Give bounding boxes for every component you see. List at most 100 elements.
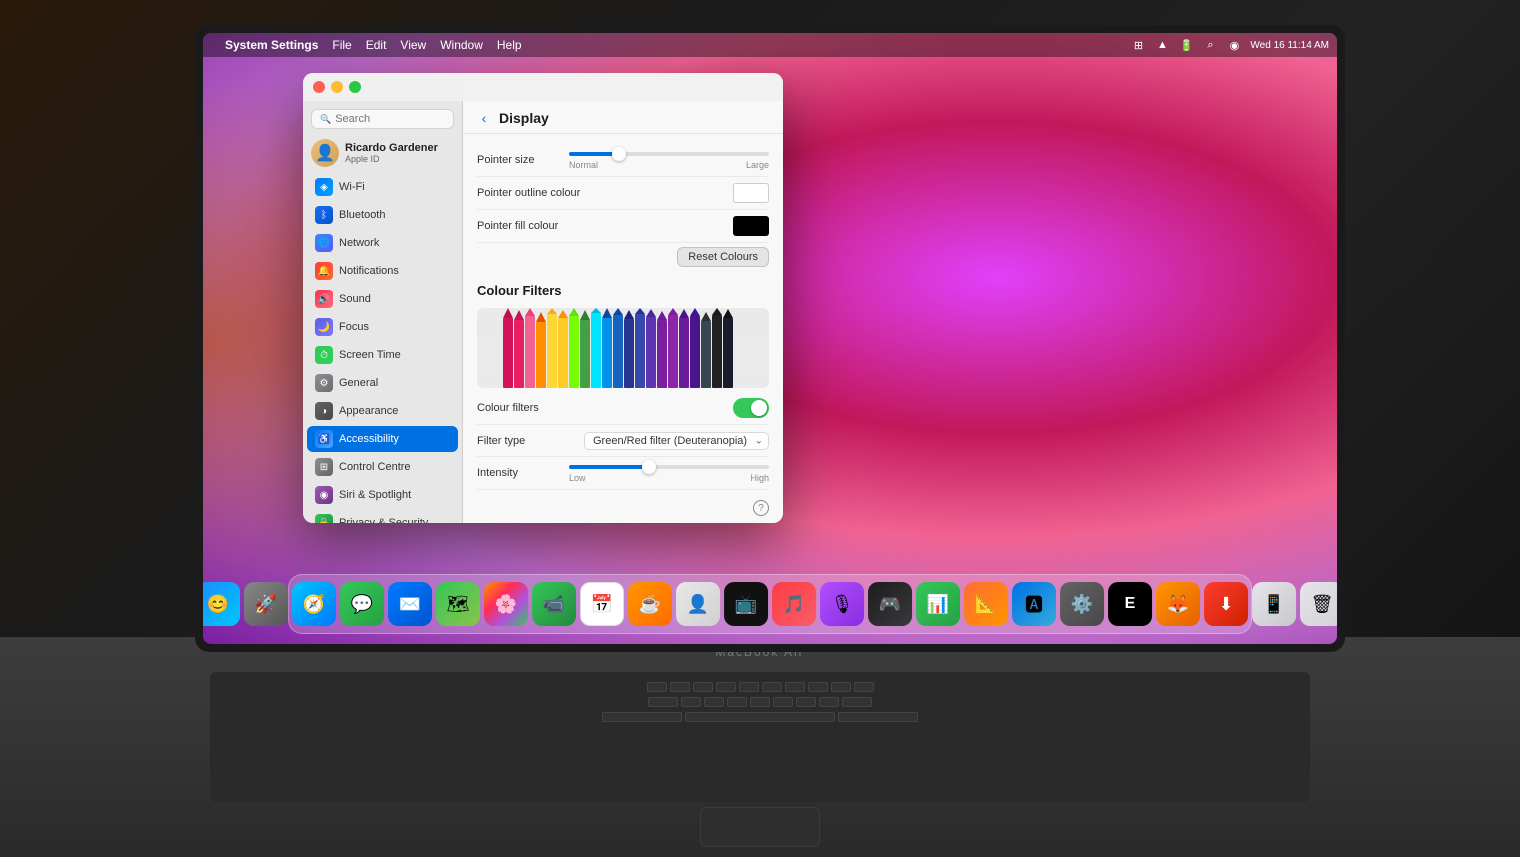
back-button[interactable]: ‹ bbox=[475, 109, 493, 127]
dock-icon-system-settings[interactable]: ⚙️ bbox=[1060, 582, 1104, 626]
intensity-row: Intensity Low High bbox=[477, 457, 769, 490]
control-centre-icon: ⊞ bbox=[315, 458, 333, 476]
sidebar-item-siri[interactable]: ◉ Siri & Spotlight bbox=[307, 482, 458, 508]
pointer-size-label: Pointer size bbox=[477, 154, 534, 166]
dock-icon-facetime[interactable]: 📹 bbox=[532, 582, 576, 626]
pointer-fill-row: Pointer fill colour bbox=[477, 210, 769, 243]
sidebar-item-focus[interactable]: 🌙 Focus bbox=[307, 314, 458, 340]
search-box[interactable]: 🔍 bbox=[311, 109, 454, 129]
clock: Wed 16 11:14 AM bbox=[1250, 40, 1329, 51]
sidebar-item-control-centre[interactable]: ⊞ Control Centre bbox=[307, 454, 458, 480]
sidebar-item-screen-time[interactable]: ⏱ Screen Time bbox=[307, 342, 458, 368]
dock-icon-appstore[interactable]: 🅰 bbox=[1012, 582, 1056, 626]
dock-icon-numbers[interactable]: 📊 bbox=[916, 582, 960, 626]
sidebar-item-sound[interactable]: 🔊 Sound bbox=[307, 286, 458, 312]
settings-sidebar: 🔍 👤 Ricardo Gardener Apple ID bbox=[303, 73, 463, 523]
minimize-button[interactable] bbox=[331, 81, 343, 93]
dock-icon-firefox[interactable]: 🦊 bbox=[1156, 582, 1200, 626]
dock-icon-appletv[interactable]: 📺 bbox=[724, 582, 768, 626]
search-icon: 🔍 bbox=[320, 114, 331, 125]
desktop-background: System Settings File Edit View Window He… bbox=[203, 33, 1337, 644]
siri-icon[interactable]: ◉ bbox=[1226, 37, 1242, 53]
menubar: System Settings File Edit View Window He… bbox=[203, 33, 1337, 57]
search-input[interactable] bbox=[335, 113, 445, 125]
intensity-slider-thumb[interactable] bbox=[642, 460, 656, 474]
sidebar-item-general[interactable]: ⚙ General bbox=[307, 370, 458, 396]
menu-edit[interactable]: Edit bbox=[366, 38, 387, 52]
notifications-icon: 🔔 bbox=[315, 262, 333, 280]
appearance-icon: ◑ bbox=[315, 402, 333, 420]
sidebar-label-wifi: Wi-Fi bbox=[339, 181, 365, 193]
colour-filters-toggle[interactable] bbox=[733, 398, 769, 418]
dock-icon-amphetamine[interactable]: ☕ bbox=[628, 582, 672, 626]
avatar: 👤 bbox=[311, 139, 339, 167]
pointer-size-row: Pointer size Normal Large bbox=[477, 144, 769, 177]
general-icon: ⚙ bbox=[315, 374, 333, 392]
intensity-slider-track[interactable] bbox=[569, 465, 769, 469]
help-button[interactable]: ? bbox=[753, 500, 769, 516]
help-row: ? bbox=[477, 490, 769, 520]
dock-icon-messages[interactable]: 💬 bbox=[340, 582, 384, 626]
menu-view[interactable]: View bbox=[400, 38, 426, 52]
user-profile-item[interactable]: 👤 Ricardo Gardener Apple ID bbox=[303, 133, 462, 173]
dock-icon-launchpad[interactable]: 🚀 bbox=[244, 582, 288, 626]
search-menubar-icon[interactable]: ⌕ bbox=[1202, 37, 1218, 53]
sidebar-label-privacy: Privacy & Security bbox=[339, 517, 428, 523]
page-title: Display bbox=[499, 110, 549, 126]
dock-icon-calendar[interactable]: 📅 bbox=[580, 582, 624, 626]
menu-help[interactable]: Help bbox=[497, 38, 522, 52]
sidebar-item-notifications[interactable]: 🔔 Notifications bbox=[307, 258, 458, 284]
pointer-size-max-label: Large bbox=[746, 160, 769, 170]
content-body: Pointer size Normal Large bbox=[463, 134, 783, 523]
sidebar-item-bluetooth[interactable]: ᛒ Bluetooth bbox=[307, 202, 458, 228]
intensity-labels: Low High bbox=[569, 473, 769, 483]
menu-window[interactable]: Window bbox=[440, 38, 483, 52]
dock-icon-photos[interactable]: 🌸 bbox=[484, 582, 528, 626]
dock-icon-music[interactable]: 🎵 bbox=[772, 582, 816, 626]
sidebar-item-accessibility[interactable]: ♿ Accessibility bbox=[307, 426, 458, 452]
content-header: ‹ Display bbox=[463, 101, 783, 134]
wifi-status-icon[interactable]: ▲ bbox=[1154, 37, 1170, 53]
dock-icon-epic-games[interactable]: E bbox=[1108, 582, 1152, 626]
sidebar-item-privacy[interactable]: 🔒 Privacy & Security bbox=[307, 510, 458, 523]
pointer-size-min-label: Normal bbox=[569, 160, 598, 170]
dock-icon-maps[interactable]: 🗺 bbox=[436, 582, 480, 626]
dock-icon-trash[interactable]: 🗑 bbox=[1300, 582, 1337, 626]
reset-colours-button[interactable]: Reset Colours bbox=[677, 247, 769, 267]
dock-icon-mail[interactable]: ✉️ bbox=[388, 582, 432, 626]
dock-icon-transmission[interactable]: ⬇ bbox=[1204, 582, 1248, 626]
dock-icon-podcasts[interactable]: 🎙 bbox=[820, 582, 864, 626]
battery-icon[interactable]: 🔋 bbox=[1178, 37, 1194, 53]
intensity-label: Intensity bbox=[477, 467, 518, 479]
pencils-svg bbox=[481, 308, 765, 388]
trackpad[interactable] bbox=[700, 807, 820, 847]
pointer-fill-swatch[interactable] bbox=[733, 216, 769, 236]
dock-icon-finder[interactable]: 😊 bbox=[203, 582, 240, 626]
pointer-size-slider-thumb[interactable] bbox=[612, 147, 626, 161]
reset-row: Reset Colours bbox=[477, 243, 769, 275]
screen-content: System Settings File Edit View Window He… bbox=[203, 33, 1337, 644]
pointer-size-slider-track[interactable] bbox=[569, 152, 769, 156]
pointer-size-slider-container: Normal Large bbox=[569, 150, 769, 170]
menu-file[interactable]: File bbox=[332, 38, 351, 52]
screen-time-icon: ⏱ bbox=[315, 346, 333, 364]
maximize-button[interactable] bbox=[349, 81, 361, 93]
sidebar-item-appearance[interactable]: ◑ Appearance bbox=[307, 398, 458, 424]
pointer-outline-swatch[interactable] bbox=[733, 183, 769, 203]
dock-icon-safari[interactable]: 🧭 bbox=[292, 582, 336, 626]
close-button[interactable] bbox=[313, 81, 325, 93]
dock-icon-contacts[interactable]: 👤 bbox=[676, 582, 720, 626]
intensity-high-label: High bbox=[750, 473, 769, 483]
colour-filters-title: Colour Filters bbox=[477, 275, 769, 304]
dock-icon-keynote[interactable]: 📐 bbox=[964, 582, 1008, 626]
dock-icon-control-room[interactable]: 🎮 bbox=[868, 582, 912, 626]
wifi-icon: ◈ bbox=[315, 178, 333, 196]
user-name: Ricardo Gardener bbox=[345, 142, 438, 154]
control-center-icon[interactable]: ⊞ bbox=[1130, 37, 1146, 53]
bluetooth-icon: ᛒ bbox=[315, 206, 333, 224]
filter-type-select[interactable]: Green/Red filter (Deuteranopia) Red/Gree… bbox=[584, 432, 769, 450]
app-name[interactable]: System Settings bbox=[225, 38, 318, 52]
sidebar-item-wifi[interactable]: ◈ Wi-Fi bbox=[307, 174, 458, 200]
dock-icon-iphone-mirroring[interactable]: 📱 bbox=[1252, 582, 1296, 626]
sidebar-item-network[interactable]: 🌐 Network bbox=[307, 230, 458, 256]
